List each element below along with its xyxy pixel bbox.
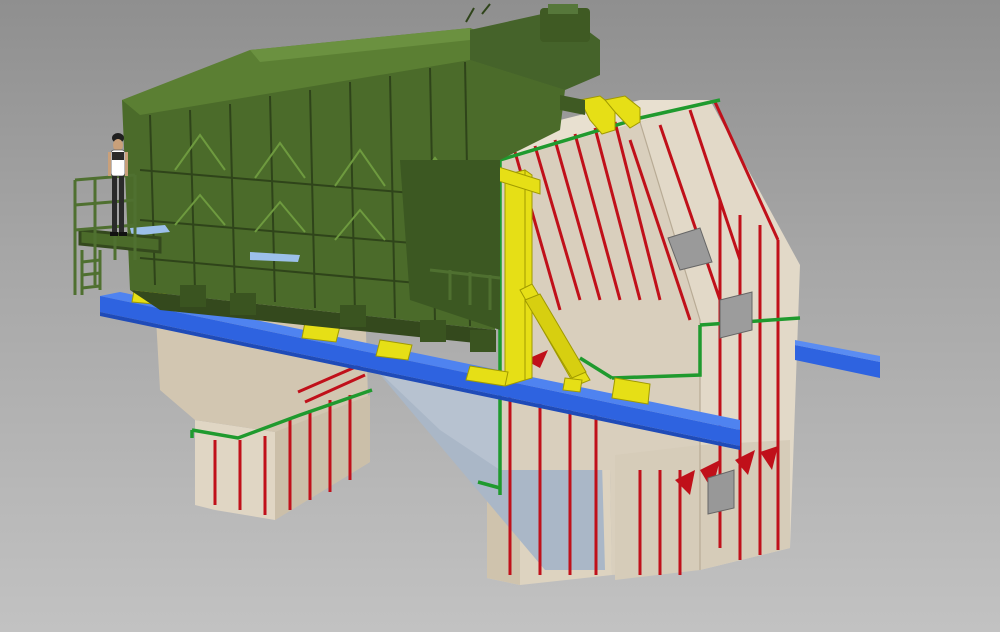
vibrating-screen	[122, 28, 565, 352]
cad-3d-model-render	[73, 3, 880, 585]
cad-viewport[interactable]	[0, 0, 1000, 632]
